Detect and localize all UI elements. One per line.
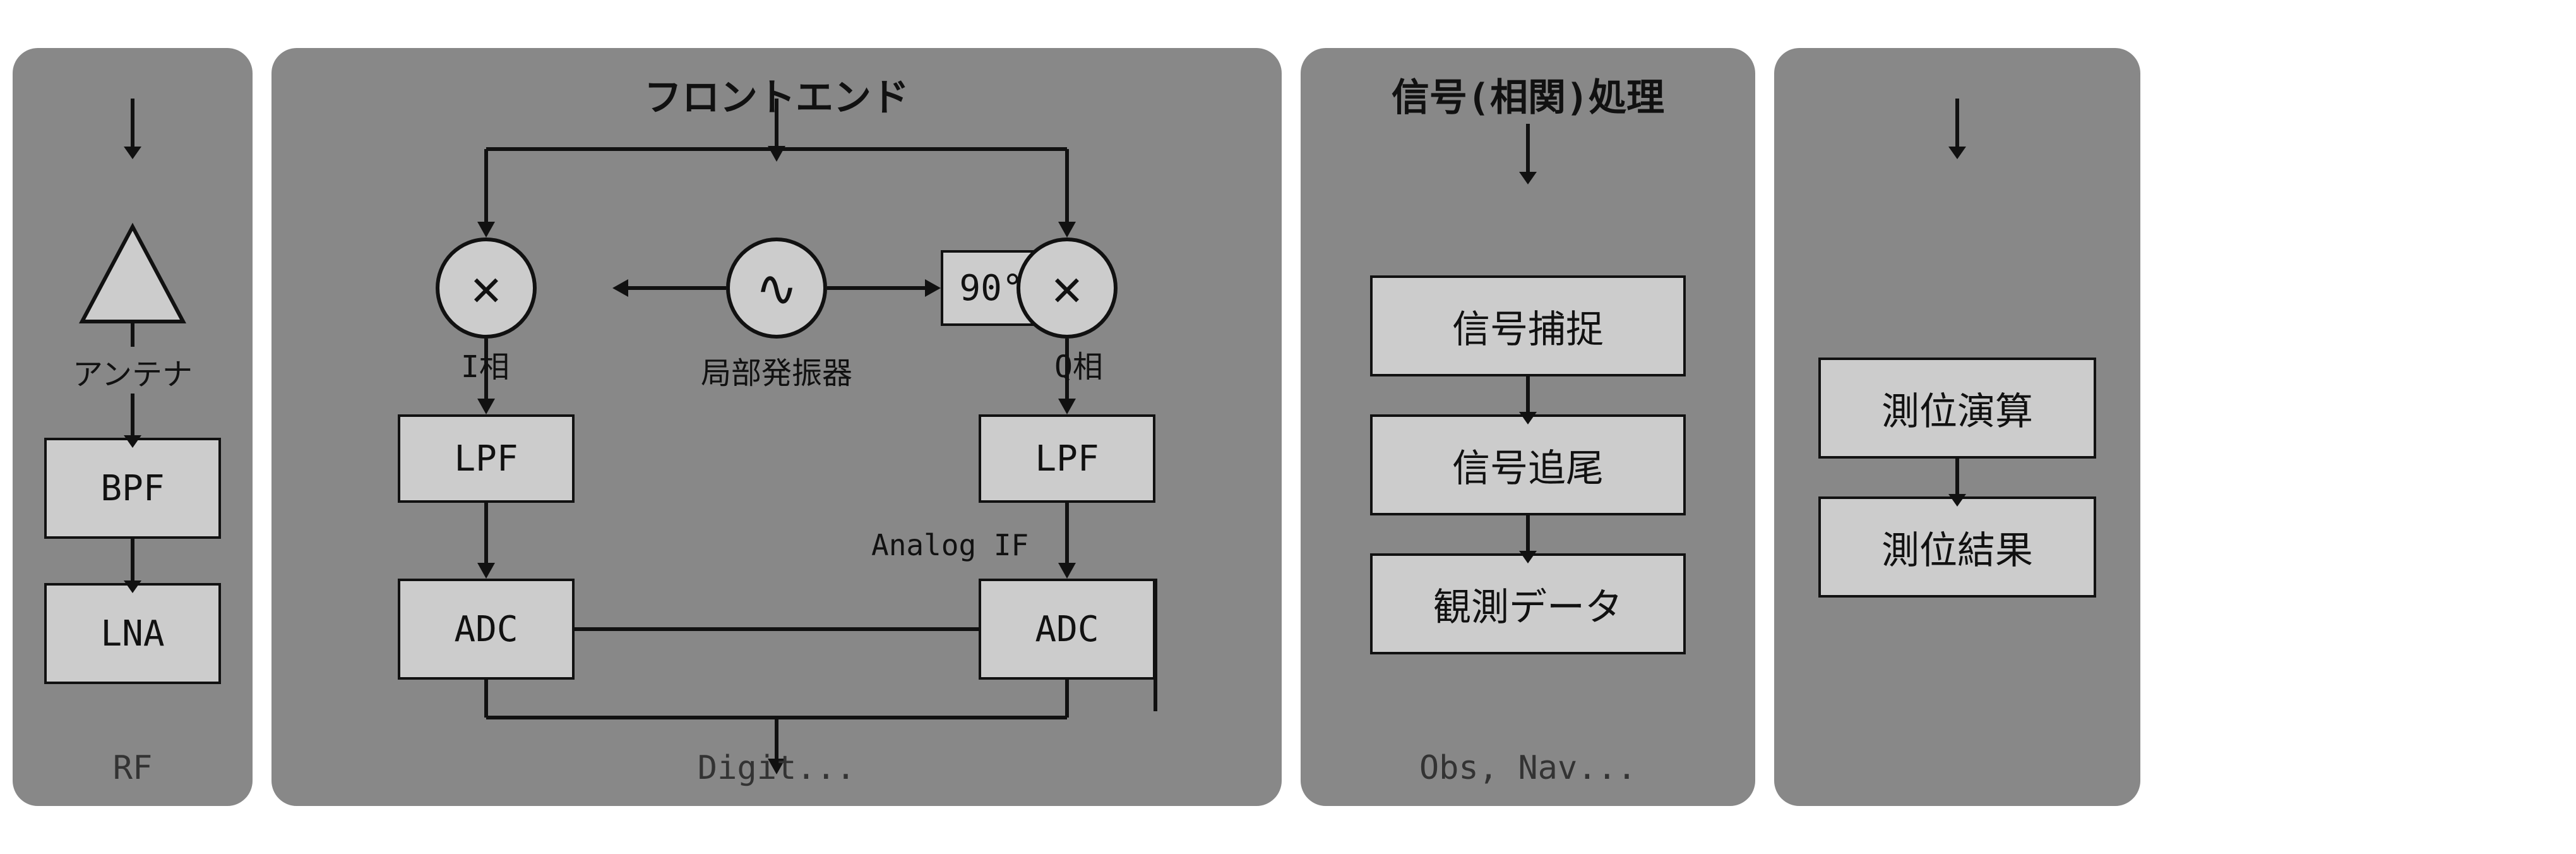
signal-bottom-label: Obs, Nav... bbox=[1419, 749, 1637, 787]
rf-section: アンテナ BPF LNA RF bbox=[13, 48, 253, 806]
rf-label: RF bbox=[113, 749, 153, 787]
position-section: 測位演算 測位結果 bbox=[1774, 48, 2140, 806]
rf-top-arrow bbox=[131, 99, 134, 149]
rf-blocks: アンテナ BPF LNA bbox=[44, 220, 221, 684]
position-blocks: 測位演算 測位結果 bbox=[1818, 358, 2096, 598]
capture-box: 信号捕捉 bbox=[1370, 275, 1686, 376]
adc-i-box: ADC bbox=[398, 579, 575, 680]
signal-entry-arrow bbox=[1526, 124, 1530, 174]
tracking-box: 信号追尾 bbox=[1370, 414, 1686, 515]
lna-box: LNA bbox=[44, 583, 221, 684]
calc-box: 測位演算 bbox=[1818, 358, 2096, 459]
local-osc-label: 局部発振器 bbox=[701, 348, 852, 392]
tracking-to-obs-arrow bbox=[1526, 515, 1530, 553]
capture-to-tracking-arrow bbox=[1526, 376, 1530, 414]
result-box: 測位結果 bbox=[1818, 496, 2096, 598]
calc-to-result-arrow bbox=[1955, 459, 1959, 496]
local-oscillator: ∿ bbox=[726, 238, 827, 339]
antenna-label: アンテナ bbox=[73, 349, 193, 394]
position-entry-arrow bbox=[1955, 99, 1959, 149]
i-phase-label: I相 bbox=[461, 342, 510, 386]
adc-q-box: ADC bbox=[979, 579, 1155, 680]
main-container: アンテナ BPF LNA RF フロントエンド bbox=[0, 0, 2576, 854]
q-phase-label: Q相 bbox=[1054, 342, 1103, 386]
lpf-q-box: LPF bbox=[979, 414, 1155, 503]
bpf-box: BPF bbox=[44, 438, 221, 539]
q-mixer: ✕ bbox=[1017, 238, 1118, 339]
antenna-symbol bbox=[69, 220, 196, 347]
analog-if-label: Analog IF bbox=[871, 528, 1029, 562]
frontend-bottom-label: Digit... bbox=[698, 749, 856, 787]
position-top-arrow bbox=[1955, 99, 1959, 149]
lpf-i-box: LPF bbox=[398, 414, 575, 503]
bpf-to-lna-arrow bbox=[131, 539, 134, 583]
obs-data-box: 観測データ bbox=[1370, 553, 1686, 654]
rf-entry-arrow bbox=[131, 99, 134, 149]
signal-top-arrow bbox=[1526, 124, 1530, 174]
signal-blocks: 信号捕捉 信号追尾 観測データ bbox=[1370, 275, 1686, 654]
signal-section: 信号(相関)処理 信号捕捉 信号追尾 観測データ Obs, Nav... bbox=[1301, 48, 1755, 806]
frontend-section: フロントエンド bbox=[271, 48, 1282, 806]
i-mixer: ✕ bbox=[436, 238, 537, 339]
antenna-to-bpf-arrow bbox=[131, 394, 134, 438]
signal-title: 信号(相関)処理 bbox=[1392, 67, 1664, 122]
